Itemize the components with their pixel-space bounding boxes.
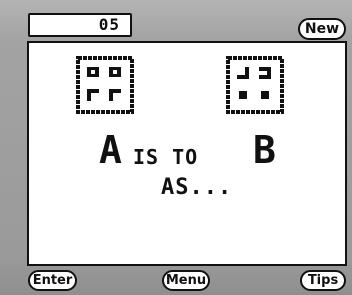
letter-a: A bbox=[99, 128, 123, 172]
letter-b: B bbox=[253, 128, 277, 172]
figure-b bbox=[226, 56, 284, 114]
figure-b-cell-tl bbox=[237, 67, 249, 79]
puzzle-counter: 05 bbox=[28, 13, 132, 37]
tips-button[interactable]: Tips bbox=[300, 270, 346, 291]
figure-a-cell-tl bbox=[87, 67, 99, 77]
figure-a-cell-tr bbox=[109, 67, 121, 77]
figure-a-cell-bl bbox=[87, 89, 99, 101]
connector-text: IS TO bbox=[133, 145, 199, 169]
new-button[interactable]: New bbox=[298, 18, 346, 40]
figure-b-cell-tr bbox=[259, 67, 271, 79]
figure-b-cell-bl bbox=[239, 91, 247, 99]
figure-a-cell-br bbox=[109, 89, 121, 101]
top-bar: 05 New bbox=[0, 0, 352, 40]
game-device: 05 New A IS TO B AS... Enter Menu Tips bbox=[0, 0, 352, 295]
figure-a bbox=[76, 56, 134, 114]
figure-b-cell-br bbox=[261, 91, 269, 99]
as-text: AS... bbox=[161, 175, 233, 200]
enter-button[interactable]: Enter bbox=[28, 270, 77, 291]
game-screen: A IS TO B AS... bbox=[27, 41, 347, 266]
menu-button[interactable]: Menu bbox=[162, 270, 210, 291]
